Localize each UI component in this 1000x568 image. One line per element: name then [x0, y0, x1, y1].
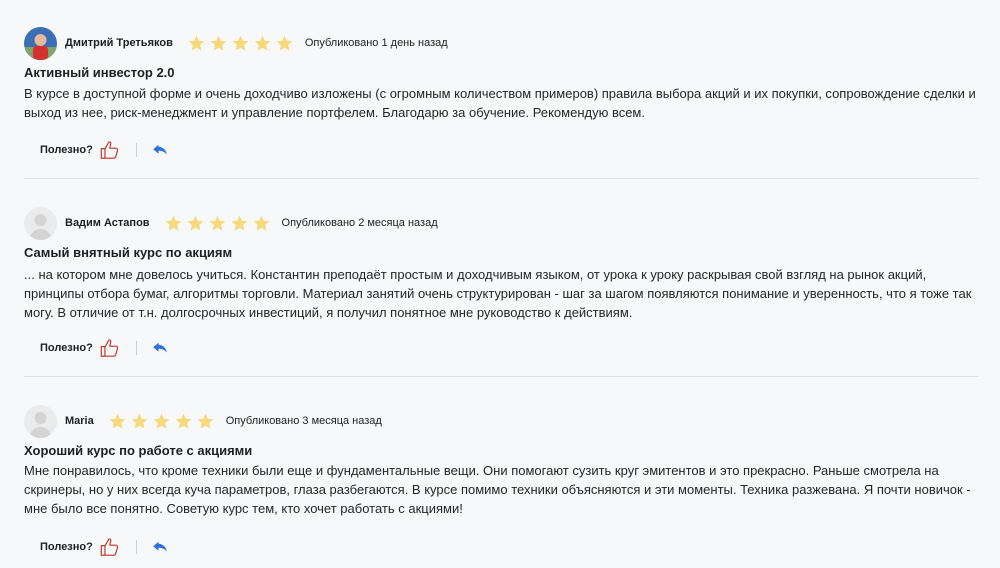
published-date: Опубликовано 2 месяца назад: [281, 217, 438, 229]
review-text: Мне понравилось, что кроме техники были …: [24, 463, 971, 516]
star-icon: [253, 215, 269, 231]
review-header: Дмитрий Третьяков Опубликовано 1 день на…: [24, 26, 448, 60]
useful-label: Полезно?: [40, 342, 93, 354]
action-divider: [135, 143, 137, 157]
review-header: Вадим Астапов Опубликовано 2 месяца наза…: [24, 206, 438, 240]
action-divider: [135, 540, 137, 554]
review-title: Активный инвестор 2.0: [24, 65, 175, 80]
star-icon: [187, 215, 203, 231]
review-text: В курсе в доступной форме и очень доходч…: [24, 86, 976, 120]
author-name: Дмитрий Третьяков: [65, 37, 173, 49]
reply-icon[interactable]: [151, 339, 169, 357]
review-separator: [24, 178, 979, 179]
thumbs-up-icon[interactable]: [99, 536, 121, 558]
reply-icon[interactable]: [151, 538, 169, 556]
star-icon: [209, 215, 225, 231]
review-header: Maria Опубликовано 3 месяца назад: [24, 404, 382, 438]
thumbs-up-icon[interactable]: [99, 337, 121, 359]
star-icon: [232, 35, 249, 51]
review-separator: [24, 376, 979, 377]
useful-label: Полезно?: [40, 541, 93, 553]
author-name: Вадим Астапов: [65, 217, 150, 229]
review-actions: Полезно?: [40, 535, 169, 559]
published-date: Опубликовано 1 день назад: [304, 37, 448, 49]
published-date: Опубликовано 3 месяца назад: [225, 415, 382, 427]
review-text: ... на котором мне довелось учиться. Кон…: [24, 267, 972, 320]
rating-stars: [108, 412, 218, 431]
review-actions: Полезно?: [40, 138, 169, 162]
review-actions: Полезно?: [40, 336, 169, 360]
star-icon: [165, 215, 181, 231]
useful-label: Полезно?: [40, 144, 93, 156]
author-name: Maria: [65, 415, 94, 427]
star-icon: [153, 413, 170, 429]
rating-stars: [187, 34, 297, 53]
star-icon: [276, 35, 293, 51]
star-icon: [175, 413, 192, 429]
avatar: [24, 26, 57, 60]
thumbs-up-icon[interactable]: [99, 139, 121, 161]
star-icon: [231, 215, 247, 231]
avatar: [24, 206, 57, 240]
star-icon: [197, 413, 214, 429]
action-divider: [135, 341, 137, 355]
rating-stars: [164, 214, 274, 233]
avatar: [24, 404, 57, 438]
review-title: Самый внятный курс по акциям: [24, 245, 233, 260]
star-icon: [210, 35, 227, 51]
review-title: Хороший курс по работе с акциями: [24, 443, 253, 458]
star-icon: [131, 413, 148, 429]
star-icon: [254, 35, 271, 51]
star-icon: [109, 413, 126, 429]
star-icon: [188, 35, 205, 51]
reply-icon[interactable]: [151, 141, 169, 159]
